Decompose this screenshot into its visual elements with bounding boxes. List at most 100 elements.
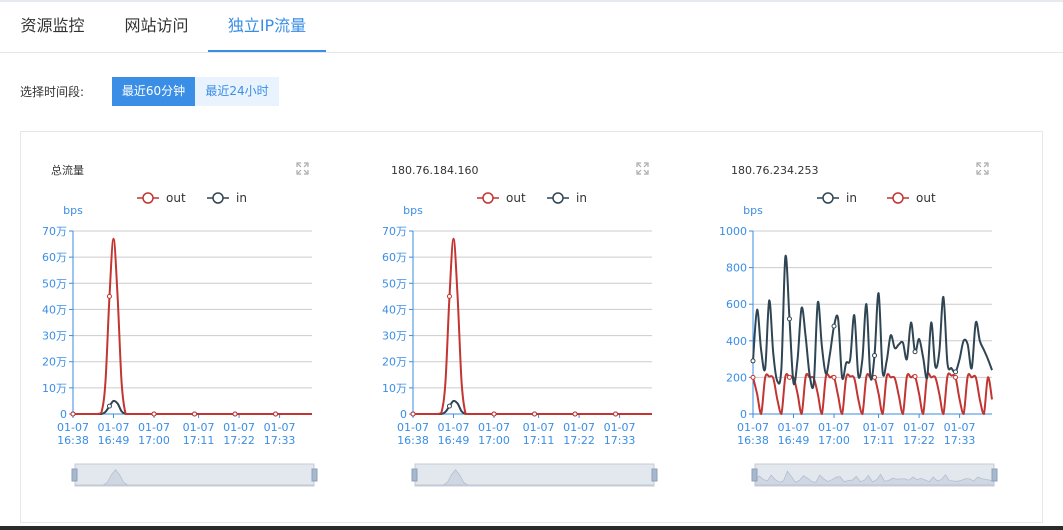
data-point [273, 411, 279, 417]
legend-item-out[interactable]: out [477, 191, 526, 205]
y-tick-label: 30万 [42, 330, 67, 343]
legend-item-in[interactable]: in [547, 191, 587, 205]
x-tick-label: 16:38 [57, 434, 89, 447]
x-tick-label: 16:38 [737, 434, 769, 447]
x-tick-label: 01-07 [478, 421, 510, 434]
legend-item-in[interactable]: in [817, 191, 857, 205]
y-tick-label: 0 [60, 408, 67, 421]
data-point [106, 403, 112, 409]
y-tick-label: 800 [726, 262, 747, 275]
legend-label: out [166, 191, 186, 205]
x-tick-label: 17:22 [563, 434, 595, 447]
tab-ip-traffic[interactable]: 独立IP流量 [208, 2, 326, 52]
data-point [446, 403, 452, 409]
x-tick-label: 01-07 [863, 421, 895, 434]
x-tick-label: 17:11 [863, 434, 895, 447]
x-tick-label: 01-07 [737, 421, 769, 434]
x-tick-label: 17:33 [944, 434, 976, 447]
tab-site-visits[interactable]: 网站访问 [105, 2, 208, 52]
data-point [446, 293, 452, 299]
x-tick-label: 01-07 [778, 421, 810, 434]
zoom-slider[interactable] [751, 463, 998, 487]
y-tick-label: 50万 [42, 277, 67, 290]
data-point [410, 411, 416, 417]
zoom-handle-right [651, 468, 658, 482]
expand-icon[interactable] [636, 162, 649, 175]
y-tick-label: 50万 [382, 277, 407, 290]
y-tick-label: 20万 [382, 356, 407, 369]
tab-resource-monitor[interactable]: 资源监控 [0, 2, 105, 52]
y-tick-label: 40万 [382, 303, 407, 316]
charts-canvas: 总流量out inbps010万20万30万40万50万60万70万01-0716… [42, 162, 998, 487]
x-tick-label: 01-07 [397, 421, 429, 434]
zoom-slider[interactable] [71, 463, 318, 487]
legend-item-in[interactable]: in [207, 191, 247, 205]
x-tick-label: 16:49 [778, 434, 810, 447]
data-point [750, 374, 756, 380]
data-point [786, 316, 792, 322]
x-tick-label: 17:00 [818, 434, 850, 447]
x-tick-label: 01-07 [223, 421, 255, 434]
data-point [786, 374, 792, 380]
x-tick-label: 16:49 [98, 434, 130, 447]
y-tick-label: 0 [400, 408, 407, 421]
data-point [831, 374, 837, 380]
data-point [572, 411, 578, 417]
time-range-label: 选择时间段: [20, 85, 85, 99]
x-tick-label: 01-07 [604, 421, 636, 434]
y-axis-label: bps [63, 204, 83, 217]
chart-2: 180.76.184.160 out in bps 0 10万 20万 30万 40万 50万 60… [382, 162, 658, 487]
data-point [613, 411, 619, 417]
data-point [106, 293, 112, 299]
legend-item-out[interactable]: out [137, 191, 186, 205]
zoom-handle-left [71, 468, 78, 482]
x-tick-label: 01-07 [138, 421, 170, 434]
data-point [831, 323, 837, 329]
y-tick-label: 600 [726, 298, 747, 311]
data-point [192, 411, 198, 417]
y-tick-label: 60万 [42, 251, 67, 264]
legend-label: in [236, 191, 247, 205]
y-tick-label: 200 [726, 371, 747, 384]
x-tick-label: 17:11 [183, 434, 215, 447]
chart-1: 总流量out inbps010万20万30万40万50万60万70万01-0716… [42, 162, 318, 487]
legend-item-out[interactable]: out [887, 191, 936, 205]
expand-icon[interactable] [296, 162, 309, 175]
x-tick-label: 17:00 [138, 434, 170, 447]
x-tick-label: 01-07 [183, 421, 215, 434]
expand-icon[interactable] [976, 162, 989, 175]
x-tick-label: 01-07 [818, 421, 850, 434]
data-point [491, 411, 497, 417]
y-tick-label: 400 [726, 335, 747, 348]
legend-label: out [506, 191, 526, 205]
data-point [532, 411, 538, 417]
x-tick-label: 17:00 [478, 434, 510, 447]
chart-title: 180.76.234.253 [731, 164, 818, 177]
x-tick-label: 17:22 [903, 434, 935, 447]
chart-3: 180.76.234.253 in out bps 0 200 400 600 800 1000 0… [719, 162, 998, 487]
x-tick-label: 17:33 [264, 434, 296, 447]
series-line-in [752, 254, 993, 389]
y-tick-label: 20万 [42, 356, 67, 369]
range-60min-button[interactable]: 最近60分钟 [112, 77, 195, 106]
x-tick-label: 16:38 [397, 434, 429, 447]
x-tick-label: 17:33 [604, 434, 636, 447]
x-tick-label: 01-07 [98, 421, 130, 434]
zoom-handle-right [311, 468, 318, 482]
y-tick-label: 60万 [382, 251, 407, 264]
y-tick-label: 0 [740, 408, 747, 421]
zoom-slider[interactable] [411, 463, 658, 487]
x-tick-label: 01-07 [944, 421, 976, 434]
y-axis-label: bps [403, 204, 423, 217]
legend-label: out [916, 191, 936, 205]
y-tick-label: 1000 [719, 225, 747, 238]
x-tick-label: 17:22 [223, 434, 255, 447]
x-tick-label: 01-07 [57, 421, 89, 434]
data-point [70, 411, 76, 417]
x-tick-label: 01-07 [563, 421, 595, 434]
range-24h-button[interactable]: 最近24小时 [195, 77, 279, 106]
chart-title: 180.76.184.160 [391, 164, 478, 177]
y-tick-label: 30万 [382, 330, 407, 343]
legend-label: in [576, 191, 587, 205]
data-point [912, 349, 918, 355]
